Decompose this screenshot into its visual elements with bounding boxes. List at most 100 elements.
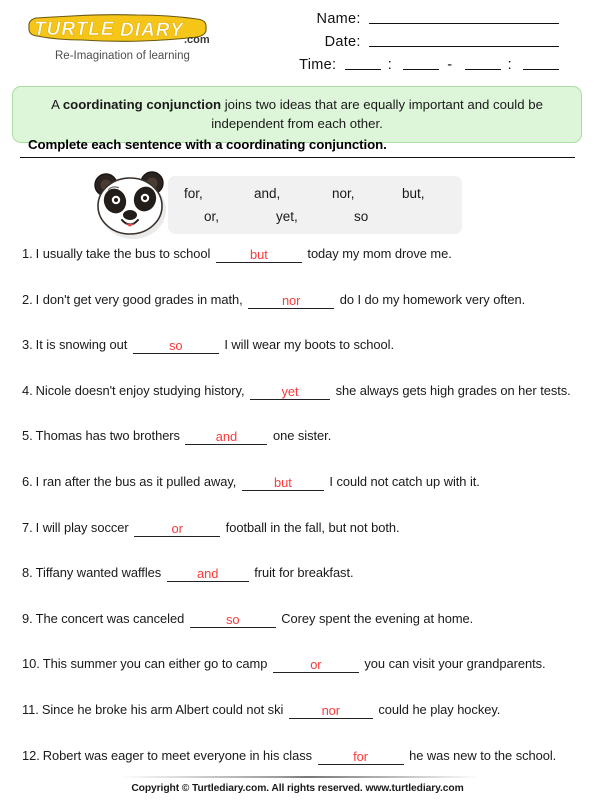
name-input-line[interactable] bbox=[369, 11, 559, 24]
word-bank-item-but[interactable]: but, bbox=[402, 186, 452, 201]
answer-blank[interactable]: nor bbox=[248, 292, 335, 309]
answer-blank[interactable]: for bbox=[317, 748, 404, 765]
question-row: 6. I ran after the bus as it pulled away,… bbox=[22, 474, 582, 520]
definition-term: coordinating conjunction bbox=[62, 97, 222, 112]
word-bank-row-1: for, and, nor, but, bbox=[182, 182, 452, 205]
answer-text: or bbox=[310, 657, 322, 673]
time-end-min-line[interactable] bbox=[523, 57, 559, 70]
question-list: 1. I usually take the bus to school but t… bbox=[22, 246, 582, 793]
time-dash: - bbox=[447, 57, 453, 73]
footer-divider bbox=[120, 776, 480, 778]
answer-text: for bbox=[353, 748, 369, 764]
question-row: 3. It is snowing out so I will wear my bo… bbox=[22, 337, 582, 383]
name-field-row: Name: bbox=[259, 8, 559, 31]
answer-blank[interactable]: and bbox=[185, 429, 268, 446]
question-text-after: today my mom drove me. bbox=[303, 246, 452, 261]
question-text-before: I usually take the bus to school bbox=[35, 246, 214, 261]
word-bank-item-for[interactable]: for, bbox=[182, 186, 254, 201]
answer-text: and bbox=[197, 566, 219, 582]
definition-rest: joins two ideas that are equally importa… bbox=[211, 97, 543, 131]
question-row: 11. Since he broke his arm Albert could n… bbox=[22, 702, 582, 748]
question-text-after: I will wear my boots to school. bbox=[220, 337, 394, 353]
question-row: 9. The concert was canceled so Corey spen… bbox=[22, 611, 582, 657]
word-bank: for, and, nor, but, or, yet, so bbox=[168, 176, 462, 234]
question-text-before: It is snowing out bbox=[35, 337, 131, 353]
answer-blank[interactable]: yet bbox=[250, 383, 331, 400]
question-number: 12. bbox=[22, 747, 40, 763]
question-row: 8. Tiffany wanted waffles and fruit for b… bbox=[22, 565, 582, 611]
site-logo[interactable]: TURTLE DIARY .com Re-Imagination of lear… bbox=[22, 8, 232, 68]
question-text-after: one sister. bbox=[269, 428, 332, 444]
date-label: Date: bbox=[324, 34, 361, 50]
answer-blank[interactable]: but bbox=[215, 247, 302, 263]
word-bank-row-2: or, yet, so bbox=[182, 205, 452, 228]
word-bank-item-nor[interactable]: nor, bbox=[332, 186, 402, 201]
logo-dotcom: .com bbox=[184, 34, 210, 46]
question-text-before: The concert was canceled bbox=[35, 610, 188, 626]
svg-text:DIARY: DIARY bbox=[120, 20, 185, 41]
question-text-after: I could not catch up with it. bbox=[325, 473, 480, 489]
word-bank-item-yet[interactable]: yet, bbox=[276, 209, 354, 224]
question-number: 4. bbox=[22, 382, 33, 398]
svg-text:TURTLE: TURTLE bbox=[34, 19, 115, 40]
definition-banner: A coordinating conjunction joins two ide… bbox=[12, 86, 582, 143]
logo-tagline: Re-Imagination of learning bbox=[55, 50, 190, 62]
answer-blank[interactable]: so bbox=[132, 338, 219, 355]
answer-text: nor bbox=[281, 292, 301, 308]
answer-blank[interactable]: or bbox=[134, 520, 221, 537]
question-row: 2. I don't get very good grades in math, … bbox=[22, 292, 582, 338]
question-number: 5. bbox=[22, 428, 33, 444]
date-field-row: Date: bbox=[259, 31, 559, 54]
question-text-after: Corey spent the evening at home. bbox=[277, 610, 474, 626]
question-text-before: Tiffany wanted waffles bbox=[35, 565, 165, 581]
question-number: 10. bbox=[22, 656, 40, 672]
answer-blank[interactable]: but bbox=[241, 475, 324, 491]
answer-text: or bbox=[171, 520, 183, 536]
question-text-before: I don't get very good grades in math, bbox=[35, 291, 247, 307]
word-bank-item-and[interactable]: and, bbox=[254, 186, 332, 201]
time-colon-2: : bbox=[507, 57, 512, 73]
answer-text: so bbox=[225, 611, 240, 627]
question-number: 2. bbox=[22, 291, 33, 307]
date-input-line[interactable] bbox=[369, 34, 559, 47]
question-text-after: do I do my homework very often. bbox=[336, 291, 526, 307]
question-number: 11. bbox=[22, 701, 39, 717]
panda-face-icon bbox=[94, 171, 166, 239]
question-row: 5. Thomas has two brothers and one sister… bbox=[22, 428, 582, 474]
question-number: 3. bbox=[22, 337, 33, 353]
worksheet-page: TURTLE DIARY .com Re-Imagination of lear… bbox=[0, 0, 595, 800]
question-number: 9. bbox=[22, 610, 33, 626]
time-label: Time: bbox=[299, 57, 337, 73]
instruction-text: Complete each sentence with a coordinati… bbox=[28, 137, 387, 152]
word-bank-item-or[interactable]: or, bbox=[204, 209, 276, 224]
question-text-before: Since he broke his arm Albert could not … bbox=[41, 701, 287, 717]
question-number: 6. bbox=[22, 473, 33, 489]
question-number: 1. bbox=[22, 246, 33, 261]
answer-text: nor bbox=[321, 702, 341, 718]
question-text-after: she always gets high grades on her tests… bbox=[332, 382, 571, 398]
time-start-hour-line[interactable] bbox=[344, 57, 381, 70]
instruction-divider bbox=[20, 157, 575, 158]
question-text-before: This summer you can either go to camp bbox=[42, 656, 271, 672]
question-text-before: Nicole doesn't enjoy studying history, bbox=[35, 382, 249, 398]
answer-blank[interactable]: nor bbox=[288, 702, 373, 719]
word-bank-item-so[interactable]: so bbox=[354, 209, 424, 224]
footer-copyright: Copyright © Turtlediary.com. All rights … bbox=[131, 783, 464, 794]
page-header: TURTLE DIARY .com Re-Imagination of lear… bbox=[0, 0, 595, 82]
answer-blank[interactable]: and bbox=[166, 566, 249, 583]
time-end-hour-line[interactable] bbox=[464, 57, 501, 70]
question-number: 8. bbox=[22, 565, 33, 581]
question-text-after: fruit for breakfast. bbox=[250, 565, 354, 581]
time-colon-1: : bbox=[387, 57, 392, 73]
question-text-before: I ran after the bus as it pulled away, bbox=[35, 473, 240, 489]
answer-blank[interactable]: so bbox=[189, 611, 276, 628]
answer-text: yet bbox=[281, 383, 299, 399]
question-row: 10. This summer you can either go to camp… bbox=[22, 656, 582, 702]
logo-badge: TURTLE DIARY .com bbox=[22, 8, 218, 48]
time-start-min-line[interactable] bbox=[403, 57, 440, 70]
question-text-after: he was new to the school. bbox=[405, 747, 557, 763]
question-row: 4. Nicole doesn't enjoy studying history,… bbox=[22, 383, 582, 429]
answer-blank[interactable]: or bbox=[272, 657, 359, 674]
question-text-after: you can visit your grandparents. bbox=[360, 656, 546, 672]
name-label: Name: bbox=[316, 11, 361, 27]
